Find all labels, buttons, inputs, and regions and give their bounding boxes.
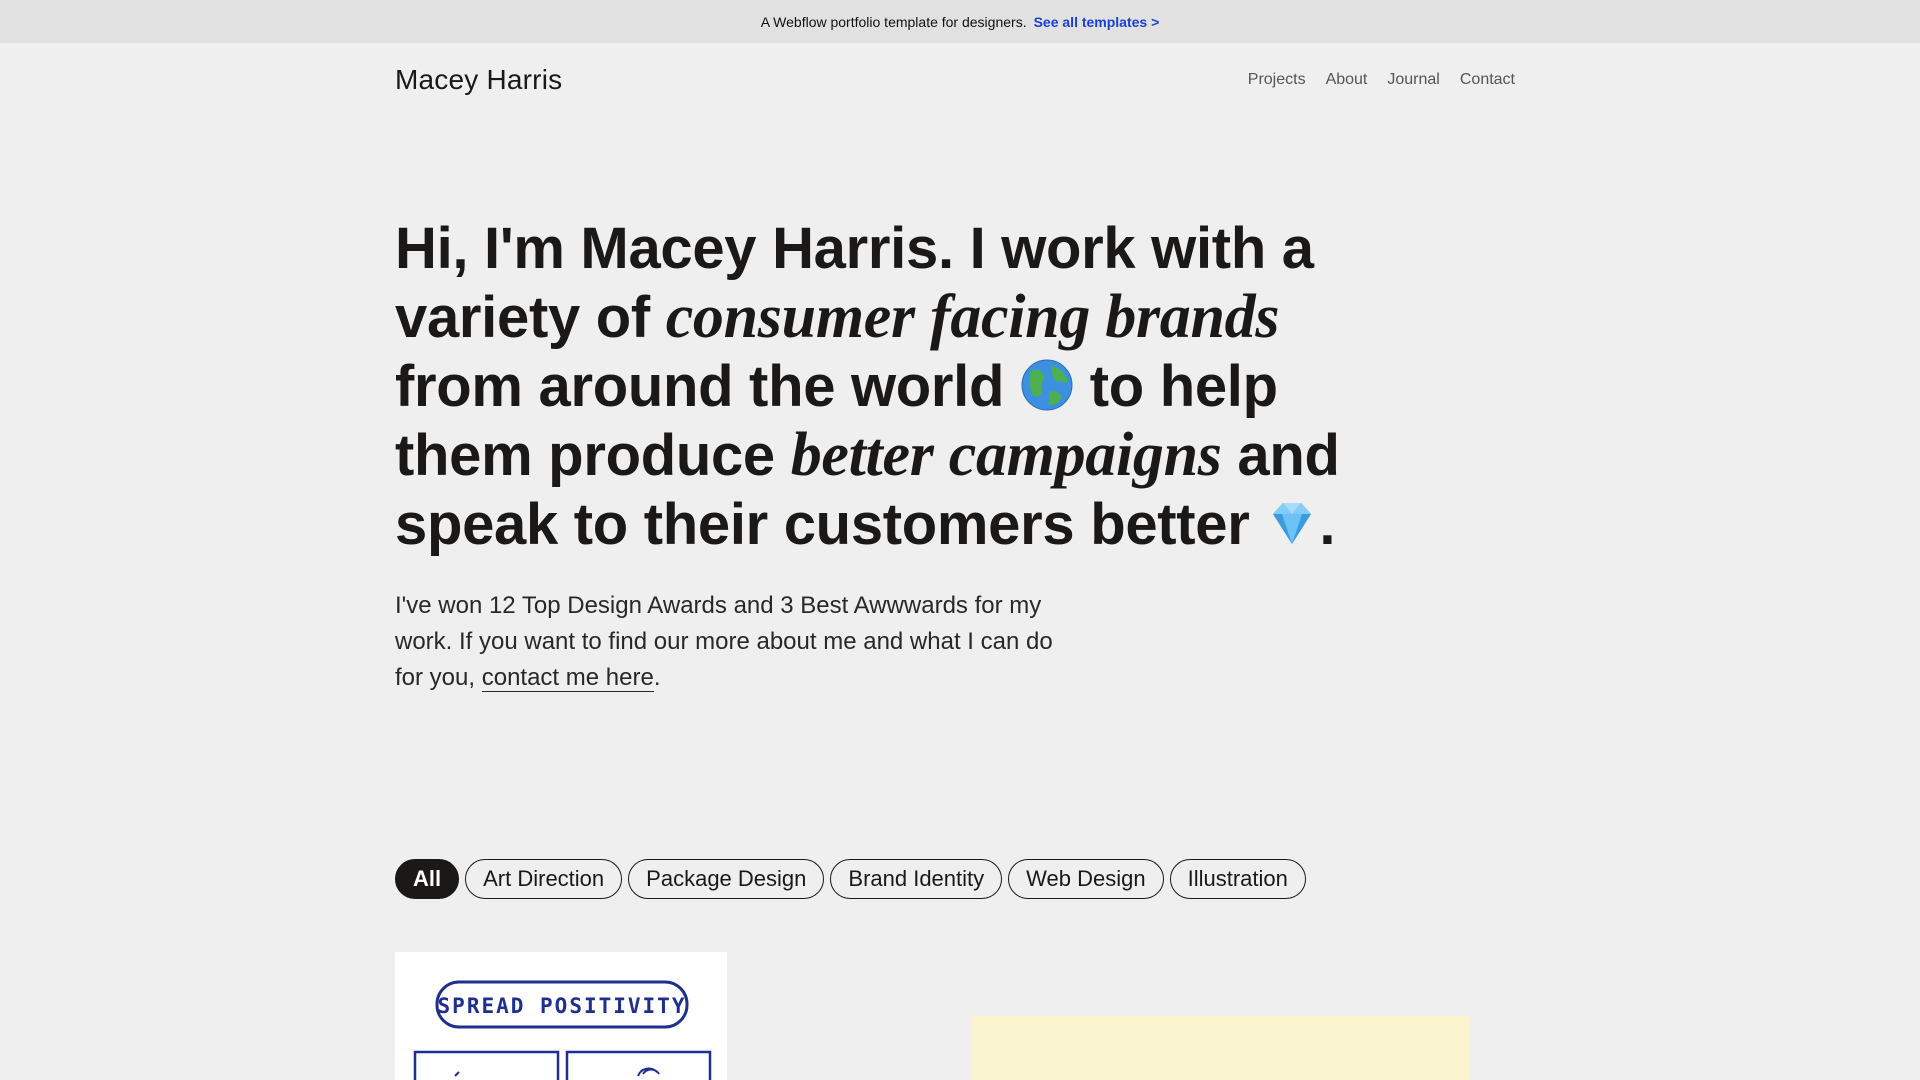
hero-heading: Hi, I'm Macey Harris. I work with a vari…: [395, 214, 1405, 559]
filter-package-design[interactable]: Package Design: [628, 859, 825, 899]
hero-emphasis: consumer facing brands: [665, 283, 1280, 351]
site-header: Macey Harris Projects About Journal Cont…: [395, 58, 1515, 102]
nav-projects[interactable]: Projects: [1248, 71, 1306, 89]
nav-about[interactable]: About: [1326, 71, 1368, 89]
category-filters: All Art Direction Package Design Brand I…: [395, 859, 1306, 899]
template-banner: A Webflow portfolio template for designe…: [0, 0, 1920, 43]
filter-art-direction[interactable]: Art Direction: [465, 859, 623, 899]
hero-text: better: [1074, 492, 1266, 557]
contact-me-link[interactable]: contact me here: [481, 664, 654, 692]
main-nav: Projects About Journal Contact: [1248, 71, 1515, 89]
hero-bold: speak to their customers: [395, 492, 1075, 557]
see-all-templates-link[interactable]: See all templates >: [1034, 14, 1160, 30]
banner-text: A Webflow portfolio template for designe…: [760, 13, 1027, 30]
globe-icon: [1021, 359, 1073, 411]
filter-all[interactable]: All: [395, 859, 460, 899]
nav-journal[interactable]: Journal: [1387, 71, 1439, 89]
hero-emphasis: better campaigns: [790, 421, 1222, 489]
filter-web-design[interactable]: Web Design: [1008, 859, 1164, 899]
filter-brand-identity[interactable]: Brand Identity: [830, 859, 1003, 899]
hero-text: from around the world: [395, 354, 1020, 419]
hero-text: .: [1319, 492, 1336, 557]
project-card-yellow[interactable]: [972, 1016, 1469, 1080]
intro-paragraph: I've won 12 Top Design Awards and 3 Best…: [395, 588, 1055, 696]
gem-icon: [1273, 503, 1312, 544]
illustration-title: SPREAD POSITIVITY: [438, 994, 687, 1018]
spread-positivity-illustration: SPREAD POSITIVITY: [413, 980, 712, 1080]
hero-text: and: [1221, 423, 1340, 488]
filter-illustration[interactable]: Illustration: [1169, 859, 1306, 899]
intro-end: .: [653, 664, 661, 691]
project-card-spread-positivity[interactable]: SPREAD POSITIVITY: [395, 952, 727, 1080]
hero-text: Hi,: [395, 216, 485, 281]
nav-contact[interactable]: Contact: [1460, 71, 1515, 89]
hero-name: I'm Macey Harris: [484, 216, 938, 281]
site-logo[interactable]: Macey Harris: [395, 64, 562, 96]
